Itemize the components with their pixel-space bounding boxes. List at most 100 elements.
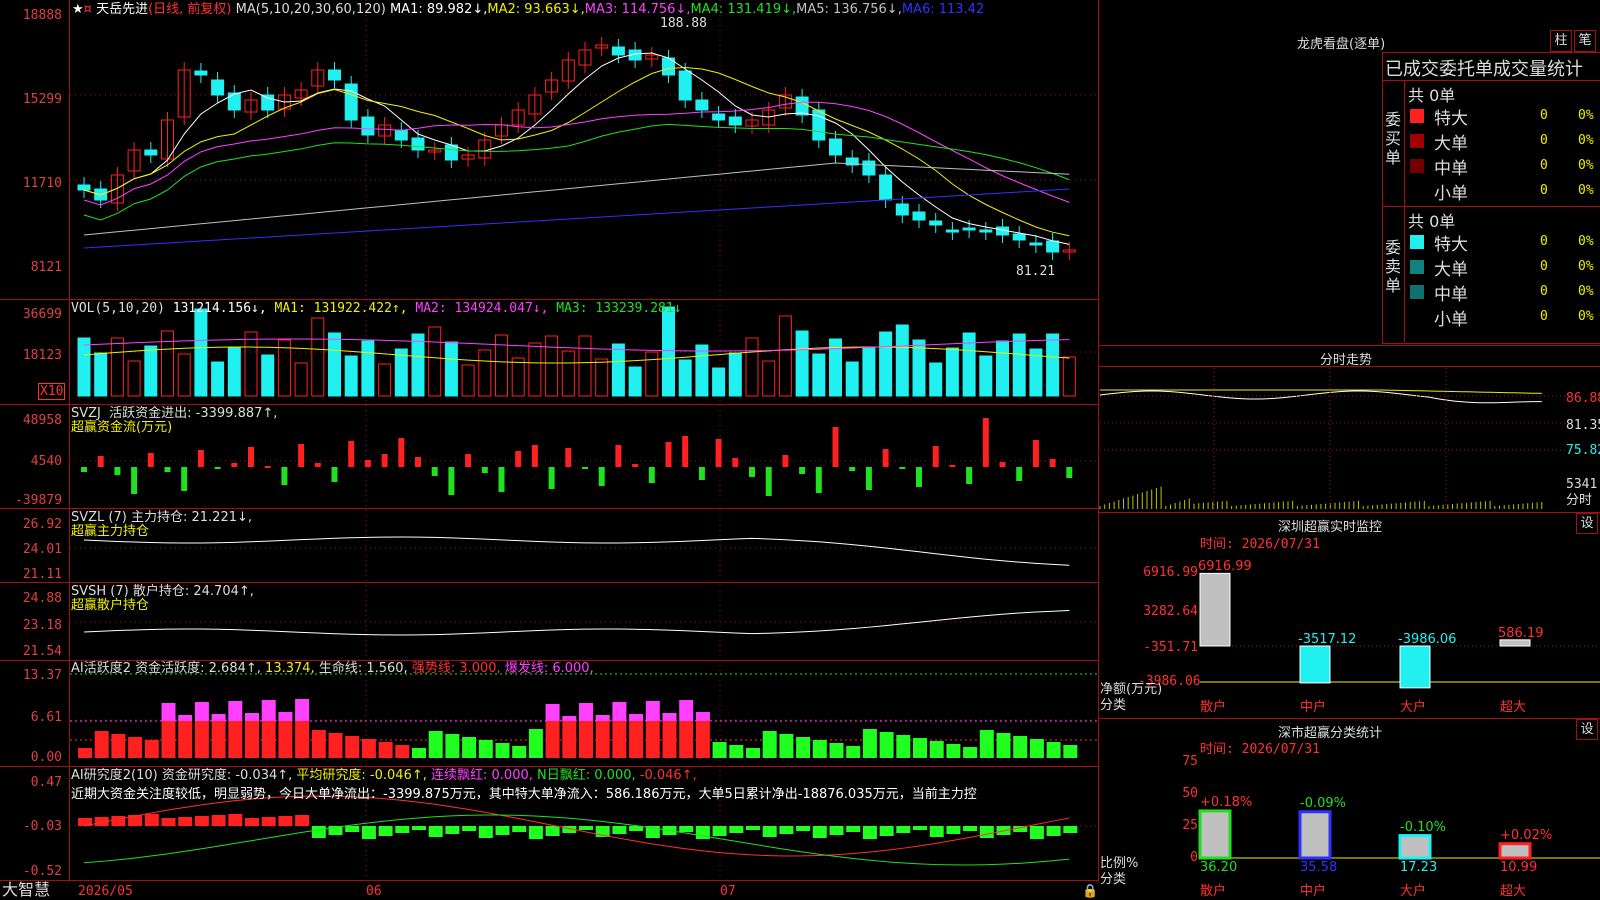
research-bar <box>278 816 293 826</box>
ma-label: MA(5,10,20,30,60,120) <box>235 2 386 17</box>
price-tick: 18888 <box>22 8 62 23</box>
ma3-value: MA3: 114.756↓, <box>584 2 691 17</box>
volume-bar <box>77 337 91 397</box>
order-stats-tab[interactable]: 已成交委托单成交量统计 <box>1385 55 1583 81</box>
volume-bar <box>1046 333 1060 397</box>
vol-ma1: MA1: 131922.422↑, <box>274 301 408 316</box>
svsh-title: SVSH (7) <box>71 584 129 599</box>
ai2-desc: 资金研究度: -0.034↑, <box>161 768 293 783</box>
order-color-swatch <box>1410 310 1424 324</box>
volume-bar <box>244 331 258 397</box>
bar-view-button[interactable]: 柱 <box>1550 30 1572 52</box>
research-bar <box>144 814 159 826</box>
stock-name[interactable]: 天岳先进 <box>96 2 148 17</box>
order-row-value: 0 <box>1540 259 1548 274</box>
flow-bar <box>515 451 522 467</box>
volume-bar <box>695 344 709 397</box>
flow-bar <box>481 467 488 473</box>
flow-bar <box>231 463 238 467</box>
volume-bar <box>344 355 358 397</box>
activity-bar <box>261 700 276 721</box>
flow-bar <box>799 467 806 474</box>
volume-bar <box>645 351 659 397</box>
activity-bar <box>161 703 176 721</box>
divider <box>1382 80 1600 81</box>
activity-bar <box>579 721 593 758</box>
activity-bar <box>812 740 827 758</box>
svzl-line <box>83 536 1070 566</box>
order-row-name: 特大 <box>1434 109 1468 129</box>
candle-body <box>929 220 943 226</box>
candle-body <box>695 99 709 111</box>
research-bar <box>812 826 827 838</box>
ratio-change: -0.10% <box>1400 819 1446 835</box>
ratio-change: +0.18% <box>1200 794 1253 810</box>
tick-view-button[interactable]: 笔 <box>1574 30 1596 52</box>
ss-tick: 0 <box>1190 850 1198 865</box>
activity-bar <box>495 743 510 758</box>
flow-bar <box>398 438 405 467</box>
order-color-swatch <box>1410 159 1424 173</box>
star-icon: ★ <box>72 2 84 17</box>
lock-icon[interactable]: 🔒 <box>1082 884 1098 899</box>
brand-logo[interactable]: 大智慧 <box>2 882 50 898</box>
flow-bar <box>782 455 789 467</box>
activity-bar <box>645 701 660 721</box>
research-bar <box>445 826 460 834</box>
activity-bar <box>345 736 360 758</box>
activity-bar <box>361 739 376 758</box>
order-row-name: 小单 <box>1434 184 1468 204</box>
candle-body <box>862 160 876 176</box>
volume-bar <box>227 346 241 397</box>
order-row-pct: 0% <box>1578 284 1594 299</box>
flow-bar <box>131 467 138 494</box>
candle-body <box>829 138 842 156</box>
sz-tick: -351.71 <box>1143 640 1198 655</box>
ratio-category: 大户 <box>1400 884 1427 899</box>
volume-bar <box>745 337 759 397</box>
flow-bar <box>615 445 622 467</box>
candle-body <box>895 203 909 216</box>
net-flow-value: -3986.06 <box>1398 632 1457 647</box>
ai1-v3: 生命线: 1.560, <box>318 661 408 676</box>
svzj-desc: 活跃资金进出: -3399.887↑, <box>109 406 278 421</box>
svsh-line <box>83 610 1070 636</box>
flow-bar <box>598 467 605 486</box>
research-bar <box>762 826 777 837</box>
research-bar <box>1046 826 1061 836</box>
vol-ma3: MA3: 133239.281↓ <box>556 301 682 316</box>
activity-bar <box>395 745 410 758</box>
candle-body <box>194 70 208 76</box>
kline-chart[interactable] <box>0 0 1600 900</box>
ma4-value: MA4: 131.419↓, <box>690 2 797 17</box>
sz-cat: 分类 <box>1100 698 1127 713</box>
svzj-tick: 4540 <box>30 454 62 469</box>
research-bar <box>111 816 126 826</box>
activity-bar <box>862 729 877 758</box>
volume-bar <box>394 348 408 397</box>
research-bar <box>846 826 861 832</box>
candle-body <box>1029 242 1043 246</box>
ss-settings-button[interactable]: 设 <box>1576 719 1598 740</box>
flow-bar <box>632 464 639 467</box>
research-bar <box>829 826 844 835</box>
order-row-pct: 0% <box>1578 108 1594 123</box>
candle-body <box>728 116 742 126</box>
sell-label: 委卖单 <box>1385 238 1402 295</box>
volume-bar <box>294 362 308 397</box>
ss-time: 时间: 2026/07/31 <box>1200 742 1320 757</box>
candle-body <box>411 137 425 151</box>
period-label[interactable]: (日线, 前复权) <box>148 2 231 17</box>
flow-bar <box>932 446 939 467</box>
divider <box>1098 512 1600 513</box>
sz-settings-button[interactable]: 设 <box>1576 513 1598 534</box>
net-flow-category: 中户 <box>1300 700 1327 715</box>
flow-bar <box>97 456 104 467</box>
activity-bar <box>528 729 543 758</box>
volume-bar <box>261 354 275 397</box>
volume-bar <box>511 357 525 397</box>
activity-bar <box>712 742 727 758</box>
vol-unit-button[interactable]: X10 <box>38 383 66 400</box>
activity-bar <box>211 721 226 758</box>
activity-bar <box>746 748 760 758</box>
